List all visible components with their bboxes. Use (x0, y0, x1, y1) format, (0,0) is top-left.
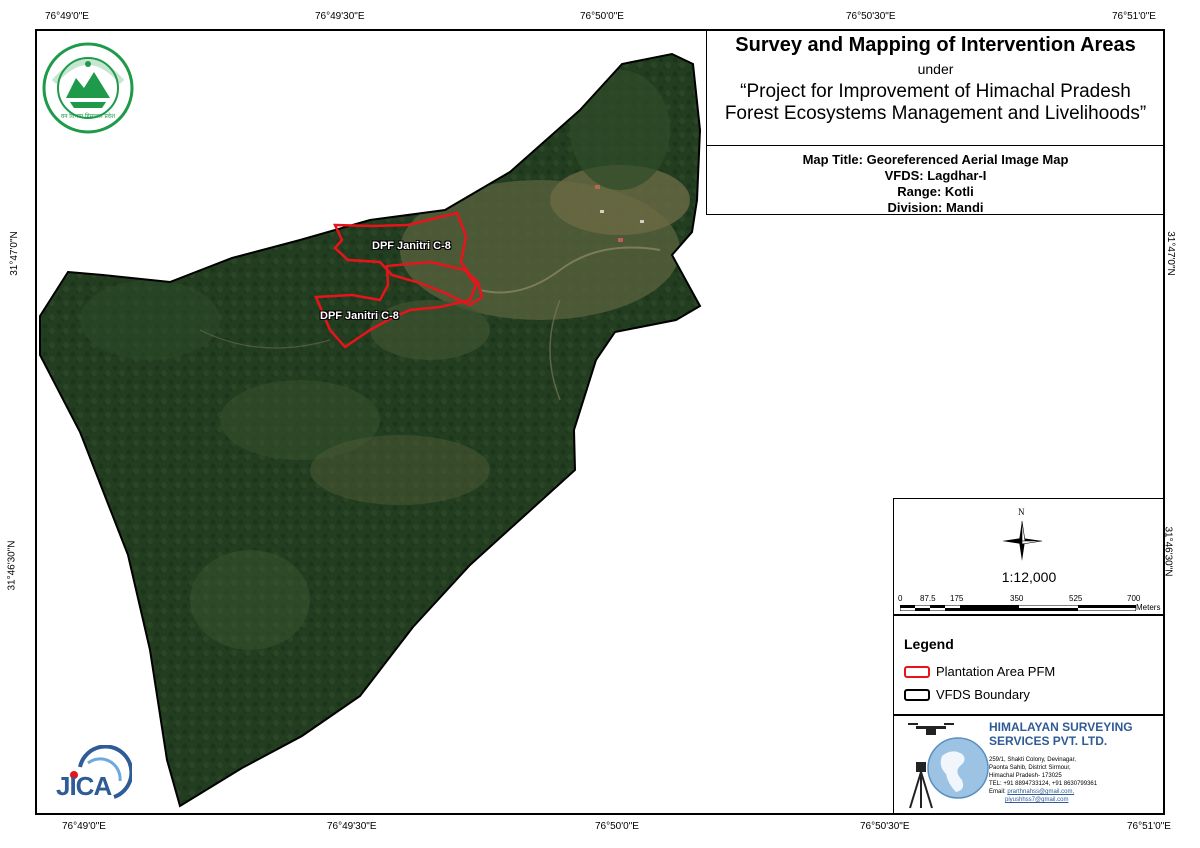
tick-top-4: 76°50'30"E (846, 11, 896, 22)
tick-bottom-4: 76°50'30"E (860, 821, 910, 832)
tick-top-2: 76°49'30"E (315, 11, 365, 22)
map-frame (35, 29, 1165, 815)
tick-bottom-5: 76°51'0"E (1127, 821, 1171, 832)
tick-bottom-1: 76°49'0"E (62, 821, 106, 832)
tick-top-5: 76°51'0"E (1112, 11, 1156, 22)
tick-left-2: 31°46'30"N (6, 540, 18, 591)
tick-top-3: 76°50'0"E (580, 11, 624, 22)
tick-bottom-2: 76°49'30"E (327, 821, 377, 832)
tick-right-1: 31°47'0"N (1164, 231, 1176, 276)
tick-bottom-3: 76°50'0"E (595, 821, 639, 832)
tick-top-1: 76°49'0"E (45, 11, 89, 22)
tick-left-1: 31°47'0"N (8, 231, 20, 276)
